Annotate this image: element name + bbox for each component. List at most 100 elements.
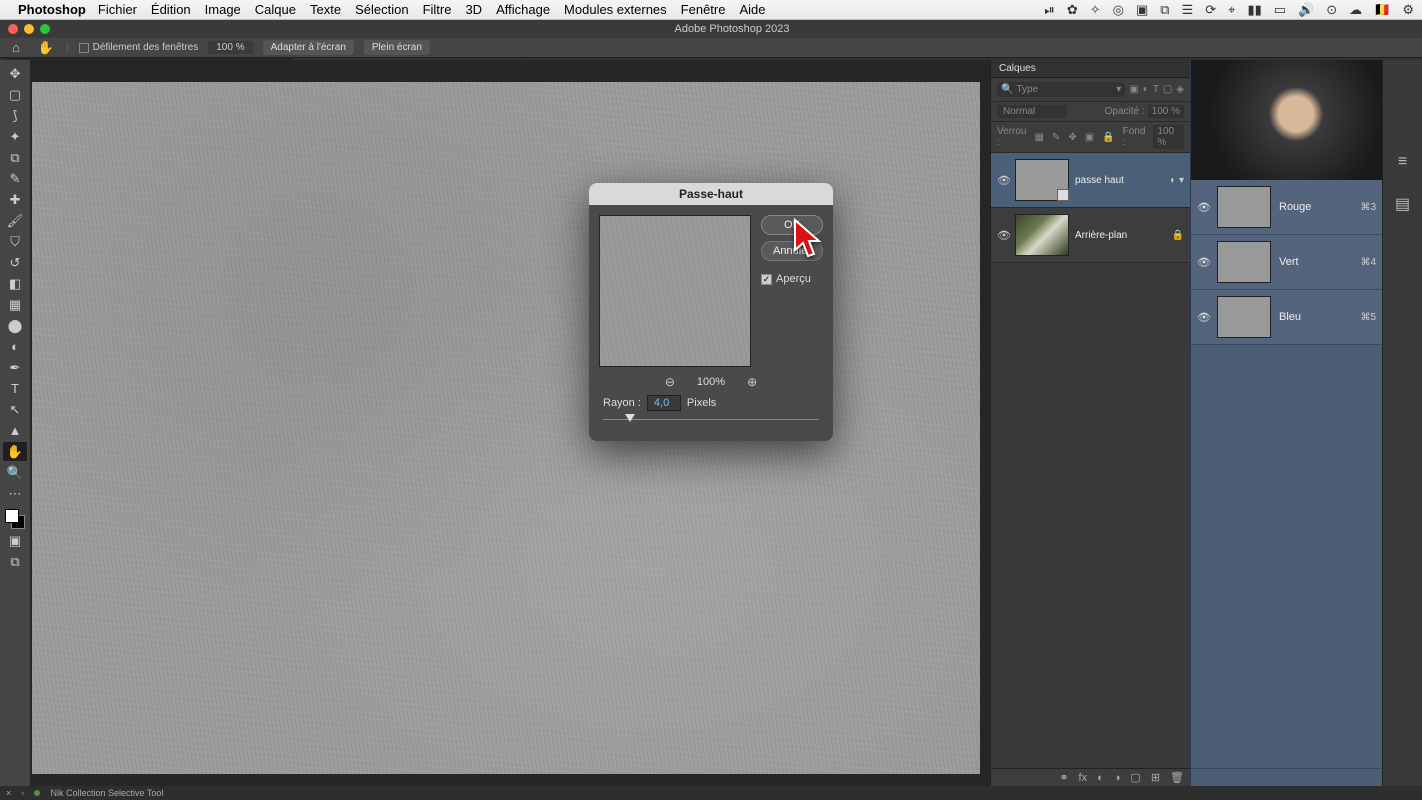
quickmask-icon[interactable]: ▣ — [3, 531, 27, 550]
lock-move-icon[interactable]: ✥ — [1068, 132, 1076, 143]
status-close-icon[interactable]: × — [6, 788, 11, 798]
history-brush-icon[interactable]: ↺ — [3, 253, 27, 272]
window-close-button[interactable] — [8, 24, 18, 34]
ok-button[interactable]: OK — [761, 215, 823, 235]
adjustments-icon[interactable]: ≡ — [1391, 150, 1415, 174]
gradient-tool-icon[interactable]: ▦ — [3, 295, 27, 314]
channel-row[interactable]: 👁 Rouge ⌘3 — [1191, 180, 1382, 235]
filter-type-icon[interactable]: T — [1153, 84, 1159, 95]
menu-modules[interactable]: Modules externes — [564, 2, 667, 17]
layer-search-input[interactable]: 🔍 Type ▾ — [997, 82, 1125, 97]
adjustment-icon[interactable]: ◑ — [1114, 772, 1121, 784]
menu-fenetre[interactable]: Fenêtre — [681, 2, 726, 17]
eyedropper-tool-icon[interactable]: ✎ — [3, 169, 27, 188]
dialog-preview[interactable] — [599, 215, 751, 367]
fill-value[interactable]: 100 % — [1153, 125, 1184, 149]
zoom-out-icon[interactable]: ⊖ — [665, 375, 675, 389]
layer-thumbnail[interactable] — [1015, 214, 1069, 256]
blur-tool-icon[interactable]: ⬤ — [3, 316, 27, 335]
layers-panel-tab[interactable]: Calques — [991, 60, 1190, 78]
opacity-value[interactable]: 100 % — [1148, 105, 1184, 118]
screenmode-icon[interactable]: ⧉ — [3, 552, 27, 571]
trash-icon[interactable]: 🗑 — [1170, 771, 1184, 784]
visibility-icon[interactable]: 👁 — [997, 174, 1009, 187]
document-canvas[interactable] — [30, 60, 990, 786]
stamp-tool-icon[interactable]: ⛉ — [3, 232, 27, 251]
status-expand-icon[interactable]: ▫ — [21, 788, 24, 798]
eraser-tool-icon[interactable]: ◧ — [3, 274, 27, 293]
mask-icon[interactable]: ◐ — [1097, 772, 1104, 784]
hand-tool-icon[interactable]: ✋ — [36, 40, 56, 56]
status-icon[interactable]: ▮▮ — [1247, 2, 1261, 18]
menu-texte[interactable]: Texte — [310, 2, 341, 17]
channel-row[interactable]: 👁 Bleu ⌘5 — [1191, 290, 1382, 345]
layer-row[interactable]: 👁 passe haut ◐ ▾ — [991, 153, 1190, 208]
layer-thumbnail[interactable] — [1015, 159, 1069, 201]
status-icon[interactable]: ◎ — [1113, 2, 1124, 18]
window-maximize-button[interactable] — [40, 24, 50, 34]
filter-badge-icon[interactable]: ◐ ▾ — [1170, 175, 1184, 186]
menu-filtre[interactable]: Filtre — [423, 2, 452, 17]
status-icon[interactable]: ✿ — [1067, 2, 1078, 18]
flag-icon[interactable]: 🇧🇪 — [1374, 2, 1390, 18]
filter-image-icon[interactable]: ▣ — [1129, 84, 1138, 95]
fx-icon[interactable]: fx — [1079, 772, 1088, 784]
blend-mode-select[interactable]: Normal — [997, 105, 1067, 118]
visibility-icon[interactable]: 👁 — [1197, 311, 1209, 324]
radius-slider[interactable] — [603, 413, 819, 427]
pen-tool-icon[interactable]: ✒ — [3, 358, 27, 377]
filter-adjust-icon[interactable]: ◐ — [1143, 84, 1149, 95]
status-icon[interactable]: ▣ — [1136, 2, 1148, 18]
lock-brush-icon[interactable]: ✎ — [1052, 132, 1060, 143]
status-icon[interactable]: ☁ — [1349, 2, 1362, 18]
status-icon[interactable]: ⧉ — [1160, 2, 1169, 18]
status-icon[interactable]: ✧ — [1090, 2, 1101, 18]
filter-smart-icon[interactable]: ◈ — [1176, 84, 1184, 95]
scroll-windows-checkbox[interactable]: Défilement des fenêtres — [79, 42, 199, 53]
radius-input[interactable]: 4,0 — [647, 395, 681, 411]
shape-tool-icon[interactable]: ▲ — [3, 421, 27, 440]
hand-tool-icon[interactable]: ✋ — [3, 442, 27, 461]
status-icon[interactable]: ⊙ — [1326, 2, 1337, 18]
properties-icon[interactable]: ▤ — [1391, 192, 1415, 216]
group-icon[interactable]: ▢ — [1130, 771, 1140, 784]
status-icon[interactable]: ⏯ — [1044, 2, 1054, 18]
menu-selection[interactable]: Sélection — [355, 2, 408, 17]
dodge-tool-icon[interactable]: ◐ — [3, 337, 27, 356]
zoom-tool-icon[interactable]: 🔍 — [3, 463, 27, 482]
zoom-level[interactable]: 100 % — [208, 41, 252, 54]
status-icon[interactable]: ⟳ — [1205, 2, 1216, 18]
crop-tool-icon[interactable]: ⧉ — [3, 148, 27, 167]
visibility-icon[interactable]: 👁 — [997, 229, 1009, 242]
wand-tool-icon[interactable]: ✦ — [3, 127, 27, 146]
marquee-tool-icon[interactable]: ▢ — [3, 85, 27, 104]
lock-all-icon[interactable]: 🔒 — [1102, 132, 1114, 143]
lock-artboard-icon[interactable]: ▣ — [1085, 132, 1094, 143]
channel-row[interactable]: 👁 Vert ⌘4 — [1191, 235, 1382, 290]
status-icon[interactable]: ⚙ — [1402, 2, 1414, 18]
menu-affichage[interactable]: Affichage — [496, 2, 550, 17]
more-tools-icon[interactable]: ⋯ — [3, 484, 27, 503]
menu-calque[interactable]: Calque — [255, 2, 296, 17]
menu-image[interactable]: Image — [205, 2, 241, 17]
status-icon[interactable]: ☰ — [1182, 2, 1194, 18]
app-name[interactable]: Photoshop — [18, 2, 86, 17]
link-layers-icon[interactable]: ⚭ — [1059, 771, 1068, 784]
fit-screen-button[interactable]: Adapter à l'écran — [263, 40, 354, 55]
layer-row[interactable]: 👁 Arrière-plan 🔒 — [991, 208, 1190, 263]
layer-name[interactable]: Arrière-plan — [1075, 230, 1166, 241]
heal-tool-icon[interactable]: ✚ — [3, 190, 27, 209]
home-icon[interactable]: ⌂ — [6, 40, 26, 55]
menu-3d[interactable]: 3D — [465, 2, 482, 17]
brush-tool-icon[interactable]: 🖌 — [3, 211, 27, 230]
zoom-in-icon[interactable]: ⊕ — [747, 375, 757, 389]
fullscreen-button[interactable]: Plein écran — [364, 40, 430, 55]
color-swatch[interactable] — [5, 509, 25, 529]
menu-fichier[interactable]: Fichier — [98, 2, 137, 17]
status-icon[interactable]: ⌖ — [1228, 2, 1235, 18]
new-layer-icon[interactable]: ⊞ — [1151, 771, 1160, 784]
filter-shape-icon[interactable]: ▢ — [1163, 84, 1172, 95]
preview-checkbox[interactable]: ✓ Aperçu — [761, 273, 823, 285]
menu-edition[interactable]: Édition — [151, 2, 191, 17]
visibility-icon[interactable]: 👁 — [1197, 256, 1209, 269]
